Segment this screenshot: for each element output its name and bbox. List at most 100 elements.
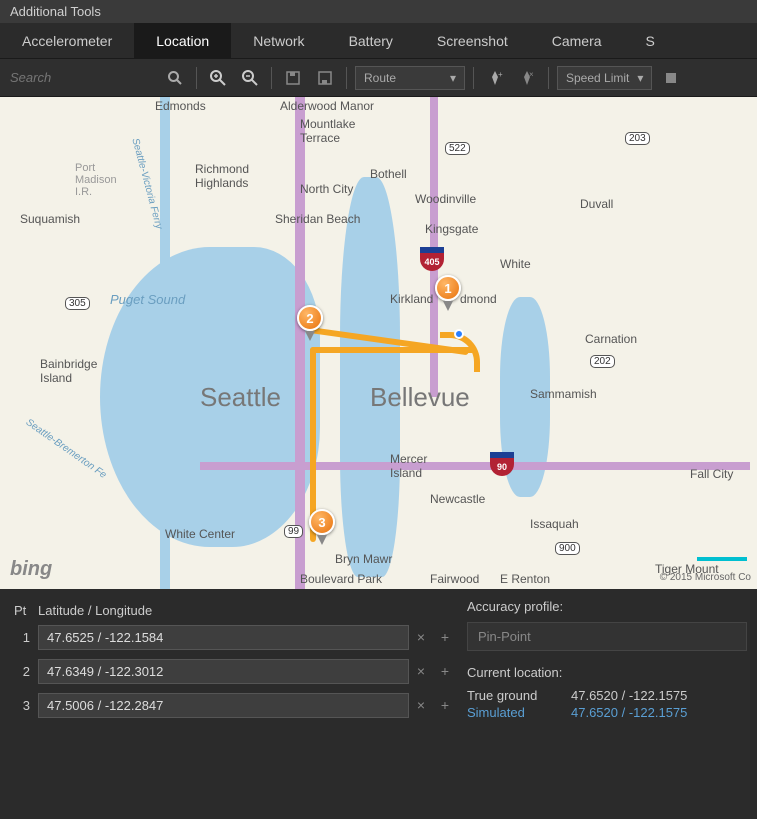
speed-limit-label: Speed Limit xyxy=(566,71,629,85)
place-white: White xyxy=(500,257,531,271)
place-woodinville: Woodinville xyxy=(415,192,476,206)
chevron-down-icon: ▾ xyxy=(637,71,643,85)
true-ground-value: 47.6520 / -122.1575 xyxy=(571,688,687,703)
place-fallcity: Fall City xyxy=(690,467,733,481)
point-row: 2 × + xyxy=(10,656,457,686)
load-route-icon[interactable] xyxy=(312,65,338,91)
place-bellevue: Bellevue xyxy=(370,382,470,413)
window-title: Additional Tools xyxy=(10,4,101,19)
place-duvall: Duvall xyxy=(580,197,613,211)
title-bar: Additional Tools xyxy=(0,0,757,23)
simulated-label: Simulated xyxy=(467,705,557,720)
point-row: 1 × + xyxy=(10,622,457,652)
place-kingsgate: Kingsgate xyxy=(425,222,478,236)
place-alderwood: Alderwood Manor xyxy=(280,99,374,113)
search-input[interactable] xyxy=(6,66,156,89)
separator xyxy=(196,67,197,89)
current-location-label: Current location: xyxy=(467,665,747,680)
tab-screenshot[interactable]: Screenshot xyxy=(415,23,530,58)
tab-more[interactable]: S xyxy=(624,23,677,58)
true-ground-row: True ground 47.6520 / -122.1575 xyxy=(467,688,747,703)
add-point-icon[interactable]: + xyxy=(433,659,457,683)
true-ground-label: True ground xyxy=(467,688,557,703)
label-puget-sound: Puget Sound xyxy=(110,292,185,307)
place-portmadison: Port Madison I.R. xyxy=(75,162,117,198)
map-copyright: © 2015 Microsoft Co xyxy=(660,572,751,583)
point-coord-input[interactable] xyxy=(38,693,409,718)
points-panel: Pt Latitude / Longitude 1 × + 2 × + 3 × … xyxy=(10,599,457,802)
place-blvdpark: Boulevard Park xyxy=(300,572,382,586)
current-location-dot xyxy=(454,329,464,339)
zoom-in-icon[interactable] xyxy=(205,65,231,91)
place-edmonds: Edmonds xyxy=(155,99,206,113)
map-pin-2[interactable]: 2 xyxy=(297,305,323,341)
tab-location[interactable]: Location xyxy=(134,23,231,58)
map-pin-3[interactable]: 3 xyxy=(309,509,335,545)
delete-point-icon[interactable]: × xyxy=(409,693,433,717)
place-rh: Richmond Highlands xyxy=(195,162,249,190)
place-newcastle: Newcastle xyxy=(430,492,485,506)
separator xyxy=(548,67,549,89)
place-kirkland: Kirkland xyxy=(390,292,433,306)
delete-point-icon[interactable]: × xyxy=(409,625,433,649)
tab-accelerometer[interactable]: Accelerometer xyxy=(0,23,134,58)
point-index: 2 xyxy=(10,664,38,679)
map-pin-1[interactable]: 1 xyxy=(435,275,461,311)
accuracy-profile-dropdown[interactable]: Pin-Point xyxy=(467,622,747,651)
scale-bar xyxy=(697,557,747,561)
col-pt-header: Pt xyxy=(10,603,38,618)
point-row: 3 × + xyxy=(10,690,457,720)
remove-pin-icon[interactable]: × xyxy=(514,65,540,91)
shield-99: 99 xyxy=(284,525,303,538)
place-fairwood: Fairwood xyxy=(430,572,479,586)
place-northcity: North City xyxy=(300,182,353,196)
place-issaquah: Issaquah xyxy=(530,517,579,531)
search-icon[interactable] xyxy=(162,65,188,91)
add-point-icon[interactable]: + xyxy=(433,693,457,717)
simulated-value: 47.6520 / -122.1575 xyxy=(571,705,687,720)
place-bainbridge: Bainbridge Island xyxy=(40,357,97,385)
shield-202: 202 xyxy=(590,355,615,368)
place-mountlake: Mountlake Terrace xyxy=(300,117,355,145)
toolbar: Route ▾ + × Speed Limit ▾ xyxy=(0,59,757,97)
tab-network[interactable]: Network xyxy=(231,23,326,58)
tab-battery[interactable]: Battery xyxy=(327,23,415,58)
zoom-out-icon[interactable] xyxy=(237,65,263,91)
accuracy-panel: Accuracy profile: Pin-Point Current loca… xyxy=(467,599,747,802)
separator xyxy=(346,67,347,89)
place-whitecenter: White Center xyxy=(165,527,235,541)
shield-i405: 405 xyxy=(420,247,444,271)
place-suquamish: Suquamish xyxy=(20,212,80,226)
point-coord-input[interactable] xyxy=(38,659,409,684)
map-view[interactable]: Seattle Bellevue Kirkland dmond Sammamis… xyxy=(0,97,757,589)
delete-point-icon[interactable]: × xyxy=(409,659,433,683)
point-index: 1 xyxy=(10,630,38,645)
place-bothell: Bothell xyxy=(370,167,407,181)
place-seattle: Seattle xyxy=(200,382,281,413)
place-mercer: Mercer Island xyxy=(390,452,427,480)
place-erenton: E Renton xyxy=(500,572,550,586)
place-brynmawr: Bryn Mawr xyxy=(335,552,392,566)
route-mode-dropdown[interactable]: Route ▾ xyxy=(355,66,465,90)
col-coord-header: Latitude / Longitude xyxy=(38,603,152,618)
shield-522: 522 xyxy=(445,142,470,155)
point-coord-input[interactable] xyxy=(38,625,409,650)
place-redmond: dmond xyxy=(460,292,497,306)
add-pin-icon[interactable]: + xyxy=(482,65,508,91)
points-header: Pt Latitude / Longitude xyxy=(10,599,457,622)
shield-i90: 90 xyxy=(490,452,514,476)
speed-limit-dropdown[interactable]: Speed Limit ▾ xyxy=(557,66,652,90)
shield-203: 203 xyxy=(625,132,650,145)
separator xyxy=(271,67,272,89)
tab-camera[interactable]: Camera xyxy=(530,23,624,58)
simulated-row: Simulated 47.6520 / -122.1575 xyxy=(467,705,747,720)
place-sammamish: Sammamish xyxy=(530,387,597,401)
place-sheridan: Sheridan Beach xyxy=(275,212,360,226)
point-index: 3 xyxy=(10,698,38,713)
shield-900: 900 xyxy=(555,542,580,555)
add-point-icon[interactable]: + xyxy=(433,625,457,649)
save-route-icon[interactable] xyxy=(280,65,306,91)
place-carnation: Carnation xyxy=(585,332,637,346)
play-icon[interactable] xyxy=(658,65,684,91)
svg-text:×: × xyxy=(529,70,534,79)
